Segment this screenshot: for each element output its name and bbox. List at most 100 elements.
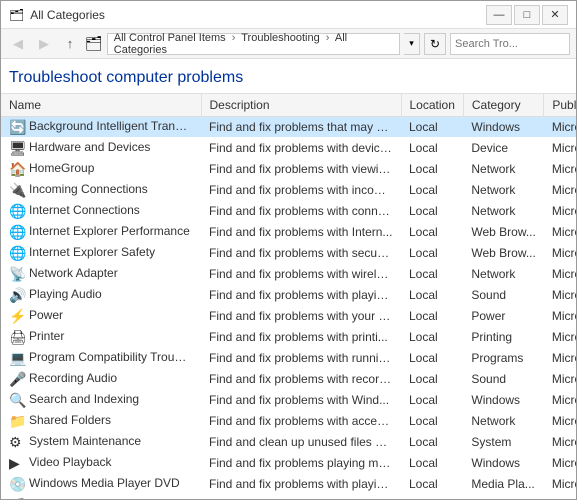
cell-location: Local xyxy=(401,411,463,432)
row-icon: 🖥 xyxy=(9,140,25,156)
cell-location: Local xyxy=(401,117,463,138)
row-icon: 💿 xyxy=(9,476,25,492)
row-name-text: System Maintenance xyxy=(29,434,141,448)
folder-icon: 🗂 xyxy=(85,35,103,52)
row-name-text: Internet Explorer Safety xyxy=(29,245,155,259)
breadcrumb-dropdown[interactable]: ▾ xyxy=(404,33,420,55)
breadcrumb[interactable]: All Control Panel Items › Troubleshootin… xyxy=(107,33,400,55)
maximize-button[interactable]: □ xyxy=(514,5,540,25)
row-icon: 🌐 xyxy=(9,245,25,261)
table-row[interactable]: 🖥Hardware and DevicesFind and fix proble… xyxy=(1,138,576,159)
cell-description: Find and fix problems with viewin... xyxy=(201,159,401,180)
cell-description: Find and fix problems with runnin... xyxy=(201,348,401,369)
cell-name: ▶ Video Playback xyxy=(1,453,201,474)
refresh-button[interactable]: ↻ xyxy=(424,33,446,55)
cell-location: Local xyxy=(401,369,463,390)
col-header-location[interactable]: Location xyxy=(401,94,463,117)
cell-category: Media Pla... xyxy=(463,495,543,500)
search-box: 🔍 xyxy=(450,33,570,55)
cell-location: Local xyxy=(401,453,463,474)
cell-location: Local xyxy=(401,474,463,495)
row-name-text: Internet Connections xyxy=(29,203,140,217)
cell-description: Find and fix problems with incom... xyxy=(201,180,401,201)
cell-publisher: Microsoft xyxy=(544,327,576,348)
col-header-description[interactable]: Description xyxy=(201,94,401,117)
row-name-text: Printer xyxy=(29,329,64,343)
row-icon: 📁 xyxy=(9,413,25,429)
row-name-text: Video Playback xyxy=(29,455,112,469)
forward-button[interactable]: ▶ xyxy=(33,33,55,55)
cell-publisher: Microsoft xyxy=(544,201,576,222)
cell-name: 💻Program Compatibility Troubleshooter xyxy=(1,348,201,369)
cell-location: Local xyxy=(401,390,463,411)
cell-category: Network xyxy=(463,201,543,222)
table-row[interactable]: 💻Program Compatibility TroubleshooterFin… xyxy=(1,348,576,369)
table-row[interactable]: 🌐 Internet Explorer Safety Find and fix pr… xyxy=(1,243,576,264)
table-row[interactable]: 🌐 Internet Connections Find and fix proble… xyxy=(1,201,576,222)
cell-publisher: Microsoft xyxy=(544,432,576,453)
cell-description: Find and fix problems playing mo... xyxy=(201,453,401,474)
cell-description: Find and fix problems with conne... xyxy=(201,201,401,222)
cell-name: 🎵Windows Media Player Library xyxy=(1,495,201,500)
col-header-name[interactable]: Name xyxy=(1,94,201,117)
table-row[interactable]: 🖨PrinterFind and fix problems with print… xyxy=(1,327,576,348)
title-bar: 🗂 All Categories — □ ✕ xyxy=(1,1,576,29)
cell-publisher: Microsoft xyxy=(544,243,576,264)
cell-publisher: Microsoft xyxy=(544,222,576,243)
title-bar-controls: — □ ✕ xyxy=(486,5,568,25)
back-button[interactable]: ◀ xyxy=(7,33,29,55)
cell-name: 🌐Internet Explorer Performance xyxy=(1,222,201,243)
cell-location: Local xyxy=(401,432,463,453)
table-row[interactable]: 🎤Recording AudioFind and fix problems wi… xyxy=(1,369,576,390)
cell-description: Find and fix problems with Wind... xyxy=(201,390,401,411)
cell-description: Find and fix problems with securi... xyxy=(201,243,401,264)
table-row[interactable]: 🏠HomeGroupFind and fix problems with vie… xyxy=(1,159,576,180)
table-row[interactable]: 🎵Windows Media Player LibraryFind and fi… xyxy=(1,495,576,500)
cell-publisher: Microsoft xyxy=(544,348,576,369)
cell-category: Web Brow... xyxy=(463,243,543,264)
cell-name: 🌐 Internet Explorer Safety xyxy=(1,243,201,264)
row-name-text: Playing Audio xyxy=(29,287,102,301)
col-header-category[interactable]: Category xyxy=(463,94,543,117)
cell-location: Local xyxy=(401,495,463,500)
cell-category: Device xyxy=(463,138,543,159)
table-row[interactable]: ⚡PowerFind and fix problems with your c.… xyxy=(1,306,576,327)
up-button[interactable]: ↑ xyxy=(59,33,81,55)
row-icon: 🌐 xyxy=(9,203,25,219)
close-button[interactable]: ✕ xyxy=(542,5,568,25)
row-name-text: Incoming Connections xyxy=(29,182,148,196)
table-row[interactable]: 🔌 Incoming Connections Find and fix proble… xyxy=(1,180,576,201)
table-row[interactable]: 🔄Background Intelligent Transfer Service… xyxy=(1,117,576,138)
table-row[interactable]: ⚙System MaintenanceFind and clean up unu… xyxy=(1,432,576,453)
row-name-text: Shared Folders xyxy=(29,413,111,427)
search-input[interactable] xyxy=(455,38,577,50)
minimize-button[interactable]: — xyxy=(486,5,512,25)
table-row[interactable]: 💿Windows Media Player DVDFind and fix pr… xyxy=(1,474,576,495)
row-icon: ▶ xyxy=(9,455,25,471)
table-row[interactable]: 🔊Playing AudioFind and fix problems with… xyxy=(1,285,576,306)
table-row[interactable]: ▶ Video Playback Find and fix problems pla… xyxy=(1,453,576,474)
cell-publisher: Microsoft xyxy=(544,453,576,474)
col-header-publisher[interactable]: Publisher xyxy=(544,94,576,117)
breadcrumb-sep1: › xyxy=(232,32,236,44)
cell-publisher: Microsoft xyxy=(544,495,576,500)
cell-publisher: Microsoft xyxy=(544,474,576,495)
table-row[interactable]: 📁Shared FoldersFind and fix problems wit… xyxy=(1,411,576,432)
cell-name: 🔍Search and Indexing xyxy=(1,390,201,411)
row-icon: 🔌 xyxy=(9,182,25,198)
row-icon: 🌐 xyxy=(9,224,25,240)
cell-location: Local xyxy=(401,222,463,243)
table-row[interactable]: 🌐Internet Explorer PerformanceFind and f… xyxy=(1,222,576,243)
cell-description: Find and fix problems with the Wi... xyxy=(201,495,401,500)
cell-name: 🔌 Incoming Connections xyxy=(1,180,201,201)
table-row[interactable]: 🔍Search and IndexingFind and fix problem… xyxy=(1,390,576,411)
cell-publisher: Microsoft xyxy=(544,180,576,201)
cell-location: Local xyxy=(401,327,463,348)
table-row[interactable]: 📡Network AdapterFind and fix problems wi… xyxy=(1,264,576,285)
cell-description: Find and fix problems with device... xyxy=(201,138,401,159)
row-icon: 🔊 xyxy=(9,287,25,303)
cell-description: Find and fix problems with your c... xyxy=(201,306,401,327)
cell-location: Local xyxy=(401,348,463,369)
row-name-text: HomeGroup xyxy=(29,161,94,175)
cell-category: Network xyxy=(463,180,543,201)
